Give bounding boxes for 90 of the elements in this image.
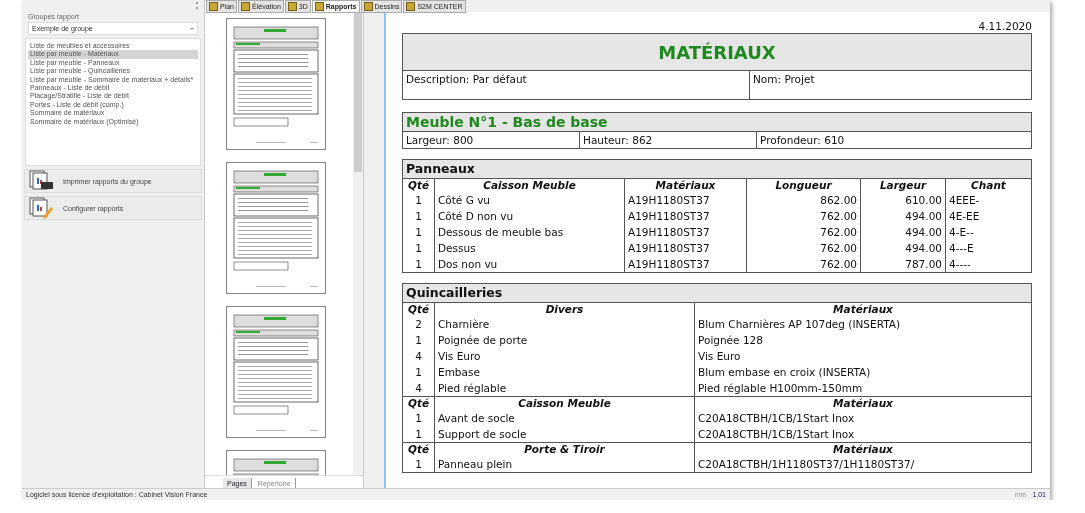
report-date: 4.11.2020 [978,20,1032,32]
table-cell: 762.00 [747,208,861,224]
column-header: Chant [970,179,1007,192]
table-cell: 610.00 [861,192,946,208]
table-cell: 2 [403,316,435,332]
table-cell: Embase [435,364,695,380]
edit-reports-icon [29,197,55,219]
field-value: Projet [784,73,815,85]
page-thumbnail-drawing[interactable] [226,162,326,294]
field-value: Par défaut [472,73,527,85]
table-cell: Charnière [435,316,695,332]
table-cell-text: 4E-EE [948,209,981,224]
table-cell: 762.00 [747,224,861,240]
table-cell: Poignée de porte [435,332,695,348]
column-header: Qté [403,397,435,410]
table-cell: Côté D non vu [435,208,625,224]
column-header: Matériaux [832,443,894,456]
field-value: 800 [453,134,474,146]
panel-grip-icon[interactable] [196,1,200,9]
table-cell-text: 4-E-- [948,225,975,240]
table-cell: 862.00 [747,192,861,208]
table-cell: 4 [403,348,435,364]
field-label: Largeur: [406,134,450,146]
column-header: Longueur [747,179,861,192]
table-cell: 1 [403,208,435,224]
table-cell-text: 4---E [948,241,975,256]
table-cell-text: Pied réglable H100mm-150mm [697,381,864,396]
table-cell-text: C20A18CTBH/1H1180ST37/1H1180ST37/ [697,457,916,472]
column-header: Porte & Tiroir [435,443,695,456]
column-header: Matériaux [625,179,747,192]
table-cell: A19H1180ST37 [625,208,747,224]
cabinet-title: Meuble N°1 - Bas de base [403,113,1031,132]
field-value: 862 [632,134,653,146]
field-label: Profondeur: [760,134,821,146]
field-label: Nom: [753,73,782,85]
report-title: MATÉRIAUX [403,34,1031,71]
column-header: Matériaux [832,397,894,410]
table-cell: A19H1180ST37 [625,256,747,272]
column-header: Qté [403,179,435,192]
table-cell: Dessus [435,240,625,256]
table-cell: 762.00 [747,256,861,272]
table-cell: 1 [403,364,435,380]
column-header: Qté [403,303,435,316]
column-header: Caisson Meuble [435,179,625,192]
table-cell: Support de socle [435,426,695,442]
table-cell-text: C20A18CTBH/1CB/1Start Inox [697,427,856,442]
table-cell: Panneau plein [435,456,695,472]
table-cell: 1 [403,240,435,256]
table-cell-text: 4---- [948,257,972,272]
table-cell: Pied réglable [435,380,695,396]
table-cell-text: Poignée 128 [697,333,764,348]
table-cell-text: Blum embase en croix (INSERTA) [697,365,872,380]
table-cell: 1 [403,410,435,426]
field-label: Hauteur: [583,134,629,146]
column-header: Divers [435,303,695,316]
table-cell: A19H1180ST37 [625,224,747,240]
table-cell-text: C20A18CTBH/1CB/1Start Inox [697,411,856,426]
field-value: 610 [824,134,845,146]
page-thumbnail-drawing[interactable] [226,306,326,438]
table-cell: 1 [403,332,435,348]
table-cell: 1 [403,426,435,442]
table-cell: 4 [403,380,435,396]
printer-reports-icon [29,170,55,192]
table-cell: Avant de socle [435,410,695,426]
section-title: Panneaux [403,160,1031,179]
page-thumbnail-drawing[interactable] [226,18,326,150]
field-label: Description: [406,73,470,85]
table-cell-text: Vis Euro [697,349,742,364]
table-cell: 1 [403,256,435,272]
table-cell: 762.00 [747,240,861,256]
table-cell: 494.00 [861,208,946,224]
column-header: Largeur [861,179,946,192]
column-header: Matériaux [832,303,894,316]
table-cell: Dessous de meuble bas [435,224,625,240]
table-cell: 1 [403,456,435,472]
table-cell: 1 [403,192,435,208]
table-cell: 494.00 [861,240,946,256]
table-cell-text: Blum Charnières AP 107deg (INSERTA) [697,317,902,332]
table-cell: Côté G vu [435,192,625,208]
table-cell: A19H1180ST37 [625,240,747,256]
table-cell: Dos non vu [435,256,625,272]
table-cell: A19H1180ST37 [625,192,747,208]
column-header: Caisson Meuble [435,397,695,410]
table-cell: 494.00 [861,224,946,240]
column-header: Qté [403,443,435,456]
section-title: Quincailleries [403,284,1031,303]
table-cell: Vis Euro [435,348,695,364]
table-cell: 1 [403,224,435,240]
table-cell: 787.00 [861,256,946,272]
table-cell-text: 4EEE- [948,193,981,208]
